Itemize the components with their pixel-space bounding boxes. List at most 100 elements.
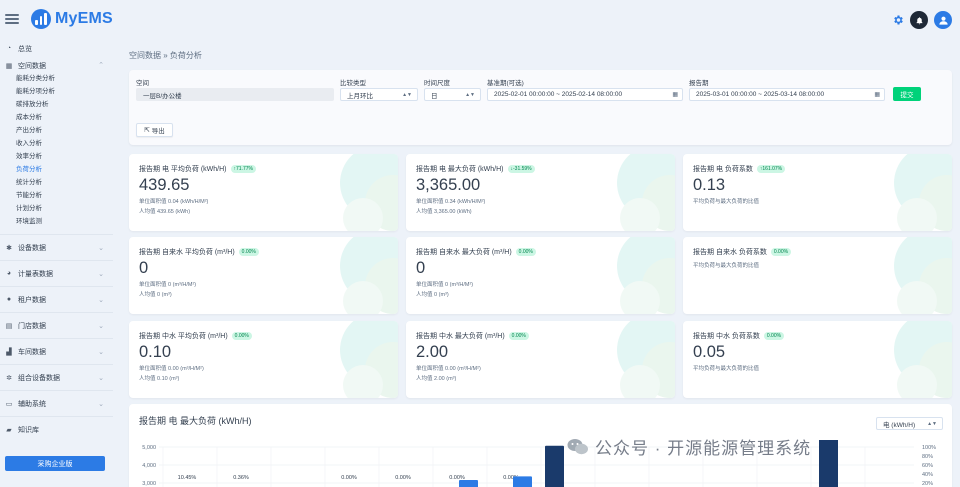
calendar-icon[interactable]: ▦ [672, 91, 678, 98]
sidebar-group-item[interactable]: ✱ 设备数据 ⌄ [0, 234, 113, 260]
report-period-label: 报告期 [689, 80, 709, 87]
kpi-per-area: 单位面积值 0.00 (m³/H/M²) [139, 366, 204, 372]
report-period-value: 2025-03-01 00:00:00 ~ 2025-03-14 08:00:0… [696, 91, 825, 98]
kpi-note: 平均负荷与最大负荷的比值 [693, 366, 760, 372]
kpi-card: 报告期 中水 平均负荷 (m³/H) 0.00% 0.10 单位面积值 0.00 (m… [129, 321, 398, 398]
dashboard-icon: ◔ [6, 45, 12, 52]
base-period-label: 基准期(可选) [487, 80, 524, 87]
app-name[interactable]: MyEMS [55, 10, 113, 28]
sidebar-subitem[interactable]: 能耗分类分析 [16, 72, 113, 85]
factory-icon: ▟ [6, 348, 12, 356]
calendar-icon[interactable]: ▦ [874, 91, 880, 98]
card-decoration [894, 321, 952, 398]
pie-icon: ◕ [6, 270, 12, 277]
hamburger-menu-icon[interactable] [5, 14, 19, 24]
kpi-change-badge: 0.00% [515, 248, 536, 256]
settings-gear-icon[interactable] [892, 14, 904, 26]
sidebar-subitem[interactable]: 产出分析 [16, 124, 113, 137]
card-decoration [617, 154, 675, 231]
kpi-per-area: 单位面积值 0.04 (kWh/H/M²) [139, 199, 209, 205]
kpi-title: 报告期 电 最大负荷 (kWh/H) ↓-31.59% [416, 164, 535, 174]
space-submenu: 能耗分类分析 能耗分项分析 碳排放分析 成本分析 产出分析 收入分析 效率分析 负荷分析 统计分… [0, 72, 113, 228]
chevron-down-icon: ⌄ [98, 270, 104, 278]
kpi-value: 3,365.00 [416, 176, 481, 194]
kpi-per-area: 单位面积值 0 (m³/H/M²) [416, 282, 474, 288]
y2-tick-label: 60% [922, 463, 933, 469]
energy-unit-select[interactable]: 电 (kWh/H) ▲▼ [876, 417, 943, 430]
sidebar-subitem[interactable]: 计划分析 [16, 202, 113, 215]
kpi-per-capita: 人均值 3,365.00 (kWh) [416, 209, 472, 215]
sidebar-group-item[interactable]: ▟ 车间数据 ⌄ [0, 338, 113, 364]
sidebar-subitem[interactable]: 节能分析 [16, 189, 113, 202]
kpi-change-badge: 0.00% [763, 332, 785, 340]
chevron-down-icon: ⌄ [98, 296, 104, 304]
kpi-value: 0.10 [139, 343, 172, 361]
sidebar-subitem[interactable]: 效率分析 [16, 150, 113, 163]
kpi-note: 平均负荷与最大负荷的比值 [693, 199, 760, 205]
gear-icon: ✱ [6, 244, 12, 252]
kpi-title: 报告期 中水 负荷系数 0.00% [693, 331, 785, 341]
sidebar-group-item[interactable]: ▰ 知识库 [0, 416, 113, 442]
sidebar-group-item[interactable]: ● 租户数据 ⌄ [0, 286, 113, 312]
y-tick-label: 5,000 [142, 445, 156, 451]
kpi-title-text: 报告期 中水 平均负荷 (m³/H) [139, 333, 228, 340]
select-caret-icon: ▲▼ [402, 91, 412, 98]
y2-tick-label: 100% [922, 445, 936, 451]
sidebar-subitem[interactable]: 成本分析 [16, 111, 113, 124]
kpi-title: 报告期 电 平均负荷 (kWh/H) ↑71.77% [139, 164, 256, 174]
notification-bell-icon[interactable] [910, 11, 928, 29]
sidebar-subitem[interactable]: 收入分析 [16, 137, 113, 150]
sidebar-item-overview[interactable]: ◔ 总览 [0, 42, 113, 55]
kpi-per-capita: 人均值 0 (m³) [139, 292, 172, 298]
sidebar-subitem[interactable]: 碳排放分析 [16, 98, 113, 111]
y-tick-label: 3,000 [142, 481, 156, 487]
space-label: 空间 [136, 80, 149, 87]
space-field[interactable]: 一层B/办公楼 [136, 88, 334, 101]
period-type-select[interactable]: 日 ▲▼ [424, 88, 481, 101]
sidebar-group-label: 组合设备数据 [18, 374, 60, 382]
kpi-value: 0.13 [693, 176, 726, 194]
kpi-change-badge: 0.00% [238, 248, 259, 256]
kpi-change-badge: ↑161.07% [756, 165, 786, 173]
sidebar-subitem[interactable]: 负荷分析 [16, 163, 113, 176]
kpi-card: 报告期 自来水 最大负荷 (m³/H) 0.00% 0 单位面积值 0 (m³/H/M… [406, 237, 675, 314]
sidebar-nav: ◔ 总览 ▦ 空间数据 ⌃ 能耗分类分析 能耗分项分析 碳排放分析 成本分析 产出分析收… [0, 38, 113, 442]
sidebar-item-space-data[interactable]: ▦ 空间数据 ⌃ [0, 59, 113, 72]
chart-bar [513, 476, 532, 487]
sidebar-item-label: 总览 [18, 45, 32, 53]
sidebar-subitem[interactable]: 环境监测 [16, 215, 113, 228]
period-type-value: 日 [431, 92, 438, 100]
sidebar-group-label: 设备数据 [18, 244, 46, 252]
user-avatar-icon[interactable] [934, 11, 952, 29]
chevron-down-icon: ⌄ [98, 374, 104, 382]
report-period-datepicker[interactable]: 2025-03-01 00:00:00 ~ 2025-03-14 08:00:0… [689, 88, 885, 101]
kpi-card: 报告期 中水 最大负荷 (m³/H) 0.00% 2.00 单位面积值 0.00 (m… [406, 321, 675, 398]
sidebar-group-label: 门店数据 [18, 322, 46, 330]
sidebar-subitem[interactable]: 统计分析 [16, 176, 113, 189]
card-decoration [340, 237, 398, 314]
export-button[interactable]: ⇱ 导出 [136, 123, 173, 137]
compare-type-select[interactable]: 上月环比 ▲▼ [340, 88, 418, 101]
sidebar-subitem[interactable]: 能耗分项分析 [16, 85, 113, 98]
myems-logo-icon [31, 9, 51, 29]
kpi-title-text: 报告期 自来水 负荷系数 [693, 249, 767, 256]
kpi-card: 报告期 电 平均负荷 (kWh/H) ↑71.77% 439.65 单位面积值 0.0… [129, 154, 398, 231]
base-period-datepicker[interactable]: 2025-02-01 00:00:00 ~ 2025-02-14 08:00:0… [487, 88, 683, 101]
buy-enterprise-button[interactable]: 采购企业版 [5, 456, 105, 471]
kpi-per-capita: 人均值 0 (m³) [416, 292, 449, 298]
sidebar-group-item[interactable]: ✲ 组合设备数据 ⌄ [0, 364, 113, 390]
sidebar-group-item[interactable]: ▤ 门店数据 ⌄ [0, 312, 113, 338]
sidebar-group-item[interactable]: ◕ 计量表数据 ⌄ [0, 260, 113, 286]
submit-button[interactable]: 提交 [893, 87, 921, 101]
watermark: 公众号 · 开源能源管理系统 [567, 434, 811, 459]
sidebar-group-label: 知识库 [18, 426, 39, 434]
brand: MyEMS [0, 0, 113, 38]
kpi-per-area: 单位面积值 0.00 (m³/H/M²) [416, 366, 481, 372]
chevron-up-icon: ⌃ [98, 62, 104, 69]
kpi-per-capita: 人均值 0.10 (m³) [139, 376, 180, 382]
period-type-label: 时间尺度 [424, 80, 450, 87]
kpi-title-text: 报告期 中水 最大负荷 (m³/H) [416, 333, 505, 340]
sidebar-group-item[interactable]: ▭ 辅助系统 ⌄ [0, 390, 113, 416]
kpi-title-text: 报告期 电 负荷系数 [693, 166, 753, 173]
kpi-title-text: 报告期 电 平均负荷 (kWh/H) [139, 166, 227, 173]
